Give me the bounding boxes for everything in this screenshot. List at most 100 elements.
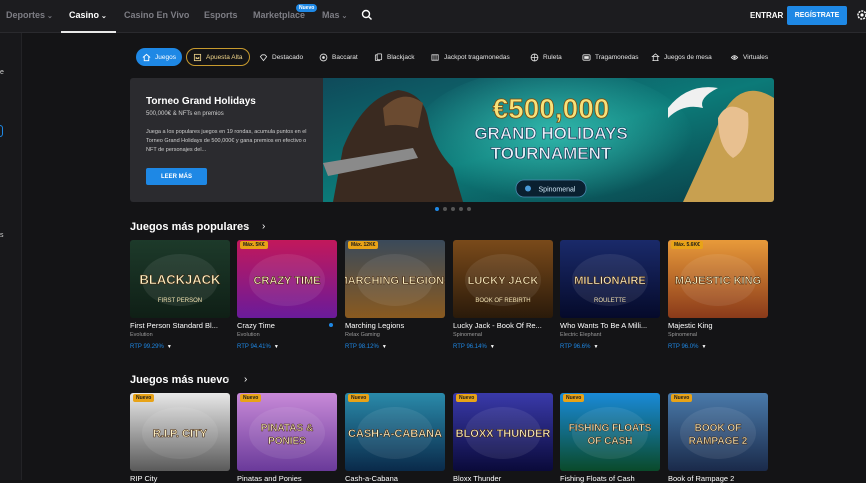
chip-baccarat[interactable]: Baccarat	[313, 48, 364, 66]
chip-juegos[interactable]: Juegos	[136, 48, 182, 66]
cards-icon	[374, 52, 383, 61]
game-name[interactable]: Majestic King	[668, 321, 768, 330]
next-arrow-icon[interactable]: ›	[244, 374, 247, 385]
carousel-dot[interactable]	[459, 207, 463, 211]
game-tile[interactable]: LUCKY JACK BOOK OF REBIRTH	[453, 240, 553, 318]
game-provider: Spinomenal	[453, 332, 483, 338]
chip-tragamonedas[interactable]: Tragamonedas	[576, 48, 644, 66]
game-name[interactable]: Cash-a-Cabana	[345, 474, 445, 483]
search-icon[interactable]	[361, 9, 373, 21]
rtp-value: RTP 96.14%	[453, 344, 487, 350]
caret-down-icon: ▼	[701, 344, 707, 350]
game-name[interactable]: First Person Standard Bl...	[130, 321, 230, 330]
game-name[interactable]: Lucky Jack - Book Of Re...	[453, 321, 553, 330]
svg-text:MAJESTIC KING: MAJESTIC KING	[675, 275, 761, 287]
carousel-dot[interactable]	[443, 207, 447, 211]
svg-text:BOOK OF REBIRTH: BOOK OF REBIRTH	[475, 298, 530, 304]
chevron-down-icon: ⌄	[47, 13, 53, 20]
game-rtp[interactable]: RTP 99.29% ▼	[130, 344, 172, 350]
banner-amount: €500,000	[493, 93, 610, 124]
chip-juegos-de-mesa[interactable]: Juegos de mesa	[645, 48, 718, 66]
rtp-value: RTP 96.6%	[560, 344, 591, 350]
carousel-dot[interactable]	[435, 207, 439, 211]
game-tile[interactable]: MARCHING LEGIONS Máx. 12K€	[345, 240, 445, 318]
game-name[interactable]: Fishing Floats of Cash	[560, 474, 660, 483]
chip-jackpot-tragamonedas[interactable]: Jackpot tragamonedas	[425, 48, 516, 66]
read-more-button[interactable]: LEER MÁS	[146, 168, 207, 185]
svg-text:CASH-A-CABANA: CASH-A-CABANA	[348, 428, 442, 440]
svg-text:BLACKJACK: BLACKJACK	[140, 272, 222, 287]
game-thumbnail: CASH-A-CABANA	[345, 393, 445, 471]
game-tile[interactable]: BLOXX THUNDER Nuevo	[453, 393, 553, 471]
login-button[interactable]: ENTRAR	[750, 11, 783, 20]
game-rtp[interactable]: RTP 96.6% ▼	[560, 344, 598, 350]
game-tile[interactable]: R.I.P. CITY Nuevo	[130, 393, 230, 471]
nav-esports[interactable]: Esports	[204, 10, 238, 20]
new-badge: Nuevo	[348, 394, 370, 402]
svg-text:PONIES: PONIES	[268, 436, 306, 447]
live-indicator	[329, 323, 333, 327]
game-name[interactable]: Crazy Time	[237, 321, 337, 330]
game-rtp[interactable]: RTP 94.41% ▼	[237, 344, 279, 350]
cards-icon	[319, 53, 328, 61]
game-name[interactable]: Pinatas and Ponies	[237, 474, 337, 483]
game-thumbnail: CRAZY TIME	[237, 240, 337, 318]
game-tile[interactable]: CASH-A-CABANA Nuevo	[345, 393, 445, 471]
nav-casino[interactable]: Casino ⌄	[69, 10, 107, 20]
max-win-badge: Máx. 5K€	[240, 241, 268, 249]
chevron-down-icon: ⌄	[341, 13, 348, 20]
game-thumbnail: BLACKJACK FIRST PERSON	[130, 240, 230, 318]
sidebar-label-fragment[interactable]: e	[0, 69, 4, 76]
game-rtp[interactable]: RTP 98.12% ▼	[345, 344, 387, 350]
game-tile[interactable]: PINATAS & PONIES Nuevo	[237, 393, 337, 471]
hero-banner-image[interactable]: €500,000 GRAND HOLIDAYS TOURNAMENT Spino…	[323, 78, 774, 202]
hero-subtitle: 500,000€ & NFTs en premios	[146, 111, 224, 117]
svg-text:BLOXX THUNDER: BLOXX THUNDER	[456, 428, 551, 440]
caret-down-icon: ▼	[593, 344, 599, 350]
game-rtp[interactable]: RTP 96.14% ▼	[453, 344, 495, 350]
next-arrow-icon[interactable]: ›	[262, 221, 265, 232]
game-tile[interactable]: FISHING FLOATS OF CASH Nuevo	[560, 393, 660, 471]
nav-deportes[interactable]: Deportes ⌄	[6, 10, 53, 20]
game-rtp[interactable]: RTP 96.0% ▼	[668, 344, 706, 350]
game-tile[interactable]: BLACKJACK FIRST PERSON	[130, 240, 230, 318]
game-name[interactable]: Who Wants To Be A Milli...	[560, 321, 660, 330]
nav-active-indicator	[61, 31, 116, 33]
max-win-badge: Máx. 12K€	[348, 241, 379, 249]
carousel-dot[interactable]	[451, 207, 455, 211]
crown-icon	[193, 53, 202, 61]
chip-blackjack[interactable]: Blackjack	[368, 48, 420, 66]
game-name[interactable]: Marching Legions	[345, 321, 445, 330]
game-thumbnail: LUCKY JACK BOOK OF REBIRTH	[453, 240, 553, 318]
chip-virtuales[interactable]: Virtuales	[724, 48, 774, 66]
nav-casino-en-vivo[interactable]: Casino En Vivo	[124, 10, 189, 20]
sidebar-selected-toggle[interactable]	[0, 125, 3, 137]
gear-icon[interactable]	[856, 9, 866, 21]
game-name[interactable]: Book of Rampage 2	[668, 474, 768, 483]
game-tile[interactable]: MILLIONAIRE ROULETTE	[560, 240, 660, 318]
nav-mas[interactable]: Mas ⌄	[322, 10, 347, 20]
sidebar: e s	[0, 33, 22, 480]
prev-arrow-icon[interactable]: ‹	[244, 221, 247, 232]
game-name[interactable]: RIP City	[130, 474, 230, 483]
prev-arrow-icon[interactable]: ‹	[226, 374, 229, 385]
chip-destacado[interactable]: Destacado	[253, 48, 309, 66]
top-navbar: Deportes ⌄ Casino ⌄ Casino En Vivo Esports…	[0, 0, 866, 33]
game-tile[interactable]: MAJESTIC KING Máx. 5.6K€	[668, 240, 768, 318]
svg-text:FISHING FLOATS: FISHING FLOATS	[569, 423, 652, 434]
banner-brand: Spinomenal	[539, 187, 576, 194]
table-icon	[651, 52, 660, 61]
game-name[interactable]: Bloxx Thunder	[453, 474, 553, 483]
game-tile[interactable]: CRAZY TIME Máx. 5K€	[237, 240, 337, 318]
svg-text:PINATAS &: PINATAS &	[261, 423, 313, 434]
caret-down-icon: ▼	[273, 344, 279, 350]
carousel-dot[interactable]	[467, 207, 471, 211]
chip-apuesta-alta[interactable]: Apuesta Alta	[186, 48, 250, 66]
game-tile[interactable]: BOOK OF RAMPAGE 2 Nuevo	[668, 393, 768, 471]
chip-ruleta[interactable]: Ruleta	[524, 48, 568, 66]
home-icon	[142, 53, 151, 61]
game-thumbnail: MILLIONAIRE ROULETTE	[560, 240, 660, 318]
hero-description: Juega a los populares juegos en 19 ronda…	[146, 129, 307, 153]
register-button[interactable]: REGÍSTRATE	[787, 6, 847, 25]
sidebar-label-fragment[interactable]: s	[0, 232, 4, 239]
